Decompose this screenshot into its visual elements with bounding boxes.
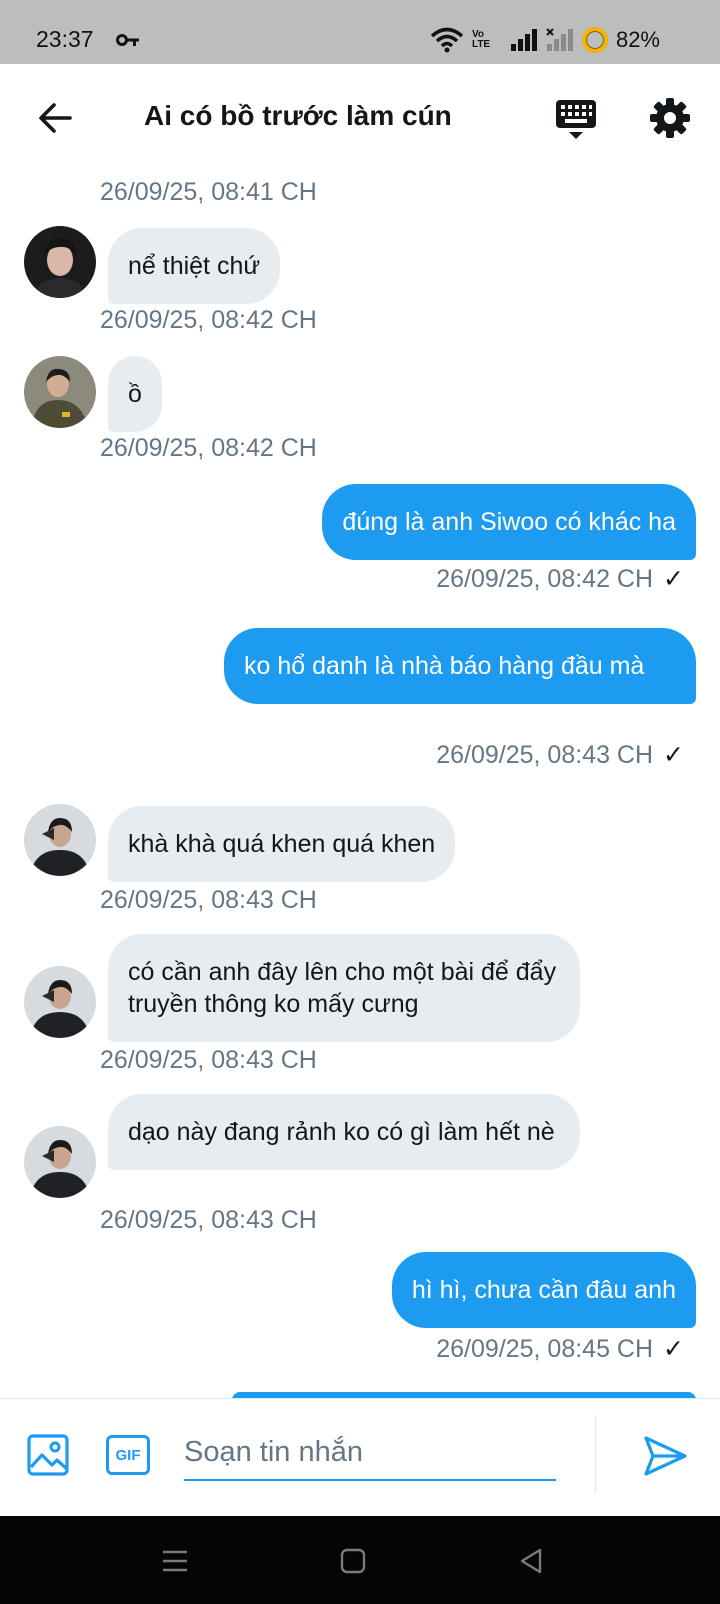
message-timestamp: 26/09/25, 08:43 CH <box>100 886 317 914</box>
avatar[interactable] <box>24 966 96 1038</box>
signal-icon <box>510 29 537 51</box>
message-text: đúng là anh Siwoo có khác ha <box>342 508 676 536</box>
system-navigation-bar <box>0 1516 720 1604</box>
avatar[interactable] <box>24 804 96 876</box>
timestamp-text: 26/09/25, 08:43 CH <box>436 741 654 769</box>
outgoing-message-bubble[interactable]: đúng là anh Siwoo có khác ha <box>322 484 696 560</box>
back-icon[interactable] <box>516 1546 546 1576</box>
wifi-icon <box>430 27 464 53</box>
message-timestamp: 26/09/25, 08:43 CH <box>100 1206 317 1234</box>
timestamp-text: 26/09/25, 08:42 CH <box>436 565 654 593</box>
avatar[interactable] <box>24 226 96 298</box>
timestamp-text: 26/09/25, 08:45 CH <box>436 1335 654 1363</box>
message-text: ồ <box>128 380 142 408</box>
avatar-photo-icon <box>24 226 96 298</box>
conversation-header: Ai có bồ trước làm cún <box>0 64 720 174</box>
outgoing-message-bubble[interactable]: hì hì, chưa cần đâu anh <box>391 1252 696 1328</box>
gear-icon[interactable] <box>648 96 692 140</box>
incoming-message-bubble[interactable]: có cần anh đây lên cho một bài để đẩy tr… <box>108 934 580 1042</box>
message-text: nể thiệt chứ <box>128 252 261 280</box>
incoming-message-bubble[interactable]: ồ <box>108 356 162 432</box>
image-icon[interactable] <box>26 1433 70 1477</box>
incoming-message-bubble[interactable]: nể thiệt chứ <box>108 228 281 304</box>
message-timestamp: 26/09/25, 08:45 CH ✓ <box>436 1334 684 1364</box>
volte-icon: Vo LTE <box>471 29 491 50</box>
message-text: hì hì, chưa cần đâu anh <box>411 1276 676 1304</box>
composer-divider <box>595 1415 596 1493</box>
keyboard-icon[interactable] <box>554 98 598 140</box>
conversation-title: Ai có bồ trước làm cún <box>144 100 452 131</box>
message-composer: GIF <box>0 1398 720 1516</box>
back-arrow-icon[interactable] <box>36 98 76 138</box>
read-check-icon: ✓ <box>663 565 684 593</box>
send-icon[interactable] <box>642 1433 688 1479</box>
gif-button[interactable]: GIF <box>106 1435 150 1475</box>
avatar[interactable] <box>24 1126 96 1198</box>
message-timestamp: 26/09/25, 08:42 CH <box>100 306 317 334</box>
avatar-photo-icon <box>24 1126 96 1198</box>
menu-icon[interactable] <box>160 1546 190 1576</box>
battery-icon <box>581 27 608 53</box>
message-text: dạo này đang rảnh ko có gì làm hết nè <box>128 1118 555 1146</box>
message-text: ko hổ danh là nhà báo hàng đầu mà <box>244 652 645 680</box>
read-check-icon: ✓ <box>663 1335 684 1363</box>
incoming-message-bubble[interactable]: khà khà quá khen quá khen <box>108 806 456 882</box>
incoming-message-bubble[interactable]: dạo này đang rảnh ko có gì làm hết nè <box>108 1094 580 1170</box>
battery-percent: 82% <box>615 27 660 52</box>
message-timestamp: 26/09/25, 08:42 CH <box>100 434 317 462</box>
status-time: 23:37 <box>36 26 94 52</box>
message-timestamp: 26/09/25, 08:41 CH <box>100 178 317 206</box>
avatar-photo-icon <box>24 356 96 428</box>
message-timestamp: 26/09/25, 08:43 CH ✓ <box>436 740 684 770</box>
outgoing-message-bubble[interactable]: ko hổ danh là nhà báo hàng đầu mà <box>224 628 696 704</box>
avatar-photo-icon <box>24 966 96 1038</box>
read-check-icon: ✓ <box>663 741 684 769</box>
home-icon[interactable] <box>338 1546 368 1576</box>
vpn-key-icon <box>116 34 139 46</box>
gif-label: GIF <box>115 1446 141 1464</box>
message-timestamp: 26/09/25, 08:43 CH <box>100 1046 317 1074</box>
message-text: khà khà quá khen quá khen <box>128 830 436 858</box>
status-icons: Vo LTE 82% <box>430 24 660 56</box>
signal-no-service-icon <box>546 28 573 51</box>
message-timestamp: 26/09/25, 08:42 CH ✓ <box>436 564 684 594</box>
avatar[interactable] <box>24 356 96 428</box>
status-bar: 23:37 Vo LTE 82% <box>0 0 720 64</box>
avatar-photo-icon <box>24 804 96 876</box>
message-text: có cần anh đây lên cho một bài để đẩy tr… <box>128 958 557 1018</box>
message-input[interactable] <box>184 1425 556 1481</box>
